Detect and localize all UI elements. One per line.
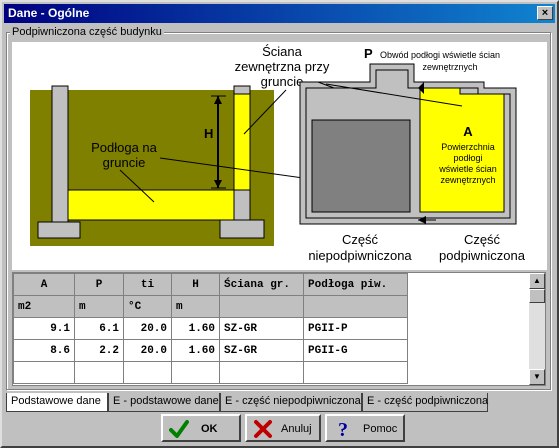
cell-podloga[interactable]: PGII-G — [303, 339, 408, 362]
unit-p: m — [74, 295, 124, 318]
unit-sciana — [219, 295, 304, 318]
unit-a: m2 — [13, 295, 75, 318]
cancel-button[interactable]: Anuluj — [245, 414, 321, 442]
cell-ti[interactable]: 20.0 — [123, 317, 172, 340]
scroll-up-arrow-icon[interactable]: ▲ — [529, 273, 545, 289]
cell-empty[interactable] — [171, 361, 220, 384]
units-row: m2 m °C m — [13, 295, 408, 318]
unit-h: m — [171, 295, 220, 318]
cell-a[interactable]: 9.1 — [13, 317, 75, 340]
table-row[interactable]: 9.1 6.1 20.0 1.60 SZ-GR PGII-P — [13, 317, 408, 340]
title-bar[interactable]: Dane - Ogólne × — [4, 4, 555, 23]
cell-empty[interactable] — [74, 361, 124, 384]
data-table: A P ti H Ściana gr. Podłoga piw. m2 m °C… — [13, 273, 408, 384]
check-icon — [169, 420, 189, 438]
header-row: A P ti H Ściana gr. Podłoga piw. — [13, 273, 408, 296]
cell-podloga[interactable]: PGII-P — [303, 317, 408, 340]
group-label: Podpiwniczona część budynku — [10, 26, 164, 38]
cell-h[interactable]: 1.60 — [171, 339, 220, 362]
tab-e-czesc-podpiwniczona[interactable]: E - część podpiwniczona — [362, 393, 488, 412]
scroll-thumb[interactable] — [529, 289, 545, 303]
col-header-h[interactable]: H — [171, 273, 220, 296]
p-desc-1: Obwód podłogi wświetle ścian — [380, 50, 500, 60]
cell-p[interactable]: 6.1 — [74, 317, 124, 340]
col-header-p[interactable]: P — [74, 273, 124, 296]
cell-empty[interactable] — [13, 361, 75, 384]
unit-ti: °C — [123, 295, 172, 318]
right-wall-lower — [233, 189, 251, 221]
a-label: A — [463, 124, 473, 139]
cell-ti[interactable]: 20.0 — [123, 339, 172, 362]
col-header-ti[interactable]: ti — [123, 273, 172, 296]
unheated-part — [311, 119, 411, 213]
col-header-a[interactable]: A — [13, 273, 75, 296]
podp-label-2: podpiwniczona — [439, 248, 526, 263]
diagram-svg: H Ściana zewnętrzna przy gruncie Podłoga… — [30, 44, 526, 263]
cell-empty[interactable] — [219, 361, 304, 384]
sciana-label-3: gruncie — [261, 74, 304, 89]
help-button[interactable]: ? Pomoc — [325, 414, 405, 442]
a-desc-4: zewnętrznych — [440, 175, 495, 185]
ok-button[interactable]: OK — [161, 414, 241, 442]
vertical-scrollbar[interactable]: ▲ ▼ — [529, 273, 545, 385]
niepodp-label-1: Część — [342, 232, 379, 247]
col-header-podloga[interactable]: Podłoga piw. — [303, 273, 408, 296]
cell-empty[interactable] — [123, 361, 172, 384]
cancel-label: Anuluj — [281, 423, 312, 435]
a-desc-1: Powierzchnia — [441, 142, 495, 152]
p-label: P — [364, 46, 373, 61]
p-desc-2: zewnętrznych — [422, 62, 477, 72]
cell-p[interactable]: 2.2 — [74, 339, 124, 362]
cross-icon — [254, 420, 272, 438]
cell-empty[interactable] — [303, 361, 408, 384]
unit-podloga — [303, 295, 408, 318]
a-desc-3: wświetle ścian — [438, 164, 497, 174]
a-desc-2: podłogi — [453, 153, 482, 163]
table-row[interactable]: 8.6 2.2 20.0 1.60 SZ-GR PGII-G — [13, 339, 408, 362]
h-label: H — [204, 126, 213, 141]
table-row-empty[interactable] — [13, 361, 408, 384]
sciana-label-2: zewnętrzna przy — [235, 59, 330, 74]
building-diagram: H Ściana zewnętrzna przy gruncie Podłoga… — [12, 42, 547, 270]
tab-e-podstawowe-dane[interactable]: E - podstawowe dane — [108, 393, 220, 412]
question-mark-icon: ? — [338, 419, 348, 439]
close-button[interactable]: × — [537, 6, 553, 20]
cell-sciana[interactable]: SZ-GR — [219, 339, 304, 362]
floor-slab — [67, 189, 235, 221]
ok-label: OK — [201, 423, 218, 435]
sciana-label-1: Ściana — [262, 44, 303, 59]
podloga-label-1: Podłoga na — [91, 140, 158, 155]
right-foundation — [219, 219, 265, 239]
cell-sciana[interactable]: SZ-GR — [219, 317, 304, 340]
podloga-label-2: gruncie — [103, 155, 146, 170]
data-grid: A P ti H Ściana gr. Podłoga piw. m2 m °C… — [12, 272, 546, 386]
help-label: Pomoc — [363, 423, 398, 435]
left-wall — [51, 85, 69, 237]
podp-label-1: Część — [464, 232, 501, 247]
right-wall-yellow — [233, 93, 251, 191]
scroll-down-arrow-icon[interactable]: ▼ — [529, 369, 545, 385]
cell-a[interactable]: 8.6 — [13, 339, 75, 362]
cell-h[interactable]: 1.60 — [171, 317, 220, 340]
col-header-sciana[interactable]: Ściana gr. — [219, 273, 304, 296]
niepodp-label-2: niepodpiwniczona — [308, 248, 412, 263]
left-foundation — [37, 221, 81, 239]
svg-text:?: ? — [338, 419, 348, 439]
window-title: Dane - Ogólne — [8, 6, 90, 20]
tab-podstawowe-dane[interactable]: Podstawowe dane — [6, 393, 108, 412]
right-wall-top — [233, 85, 251, 95]
tab-e-czesc-niepodpiwniczona[interactable]: E - część niepodpiwniczona — [220, 393, 362, 412]
